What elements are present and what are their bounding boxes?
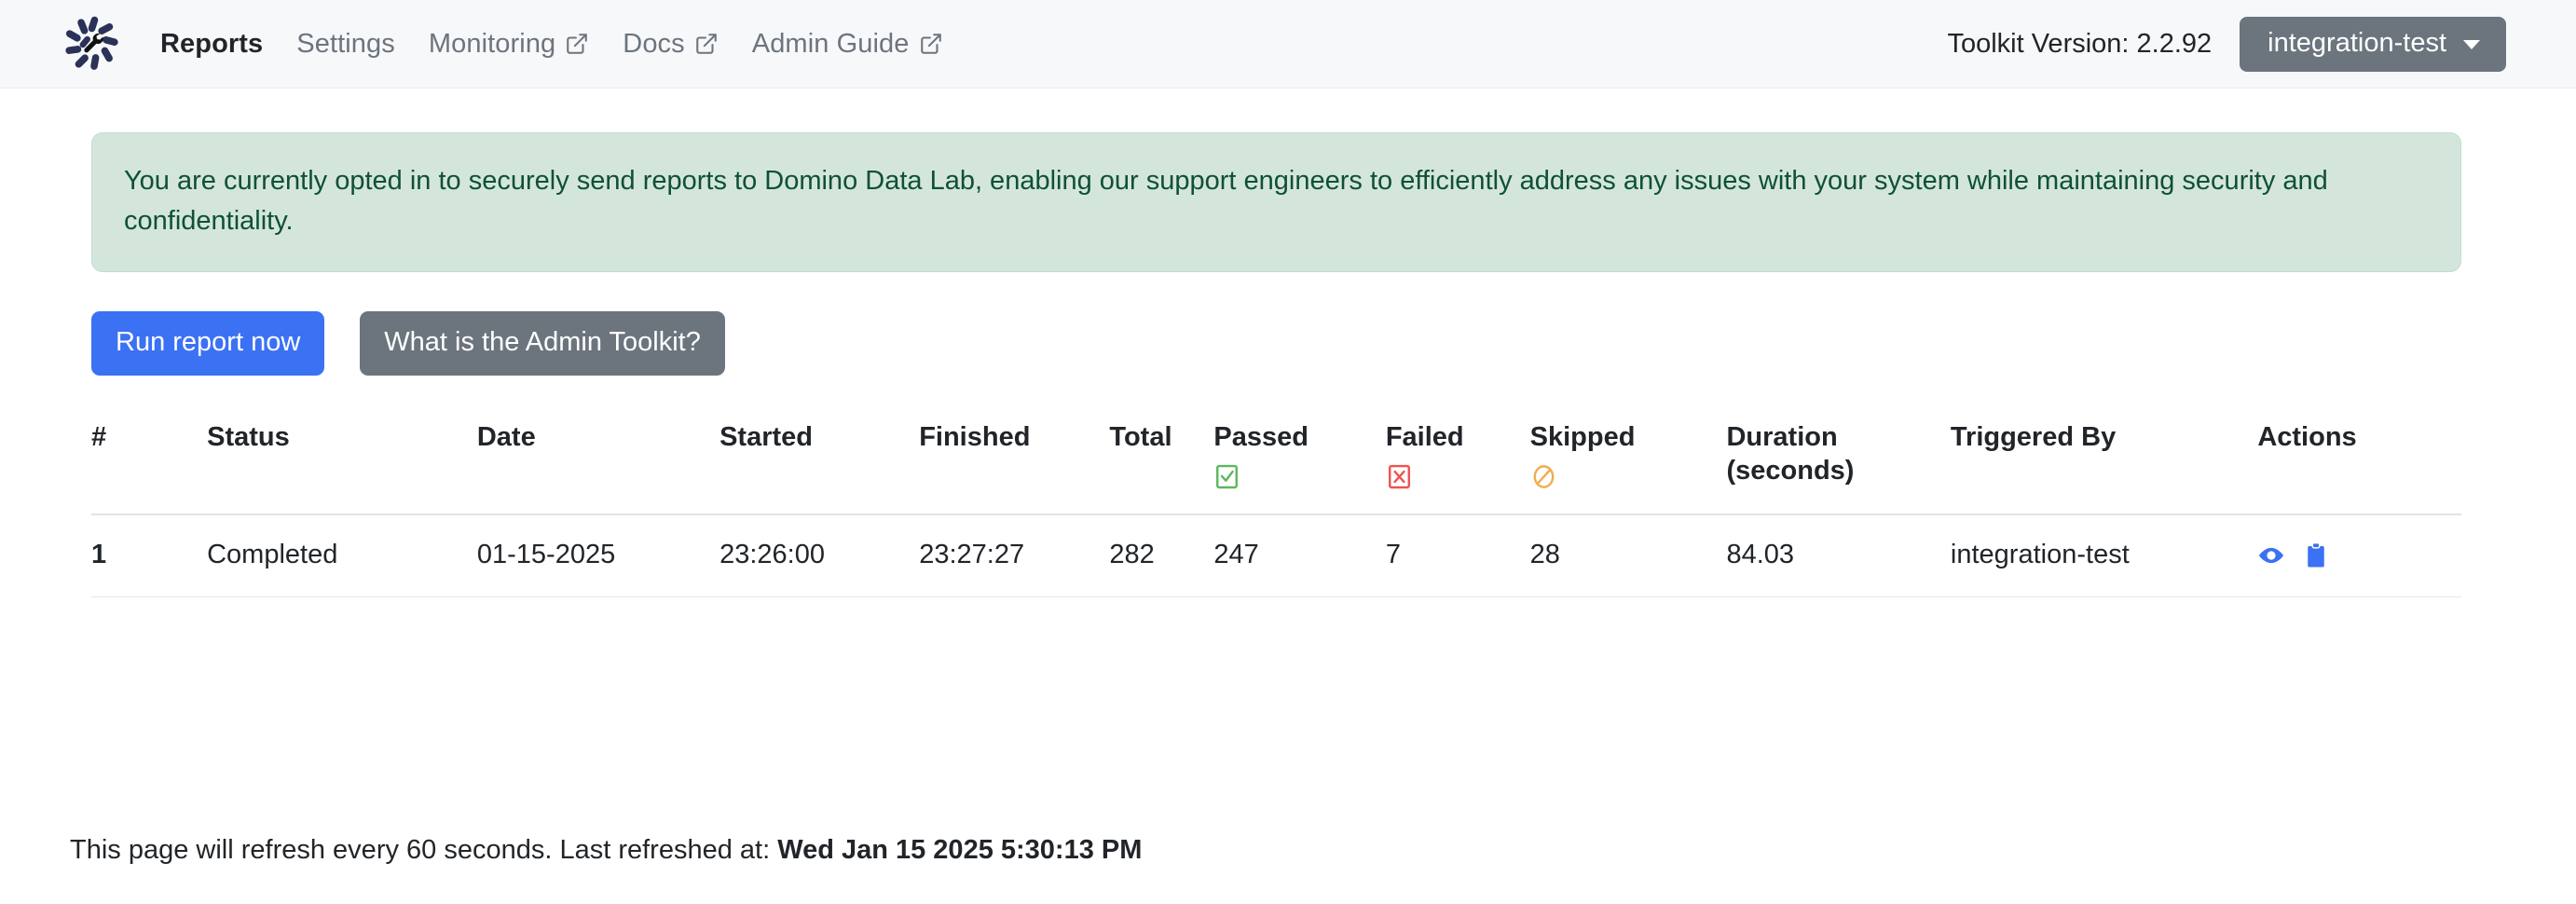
- topbar-right-group: Toolkit Version: 2.2.92 integration-test: [1947, 16, 2506, 72]
- column-header-label: Date: [476, 421, 536, 452]
- external-link-icon: [694, 32, 719, 56]
- column-header-index: #: [91, 419, 187, 516]
- cell-duration: 84.03: [1663, 514, 1887, 598]
- column-header-label: Duration (seconds): [1726, 421, 1855, 486]
- cell-actions: [2194, 514, 2461, 598]
- reports-table: # Status Date Started Finished Total Pas…: [91, 419, 2461, 598]
- column-header-label: Skipped: [1529, 421, 1636, 452]
- cell-total: 282: [1046, 514, 1155, 598]
- nav-link-label: Reports: [160, 28, 264, 59]
- cell-index: 1: [91, 514, 187, 598]
- table-row[interactable]: 1 Completed 01-15-2025 23:26:00 23:27:27…: [91, 514, 2461, 598]
- user-dropdown-label: integration-test: [2268, 27, 2446, 58]
- column-header-total: Total: [1046, 419, 1172, 516]
- nav-link-label: Admin Guide: [751, 28, 910, 59]
- opt-in-alert-banner: You are currently opted in to securely s…: [91, 132, 2461, 272]
- column-header-label: Total: [1109, 421, 1172, 452]
- nav-link-label: Monitoring: [428, 28, 556, 59]
- cell-triggered-by: integration-test: [1886, 514, 2195, 598]
- what-is-admin-toolkit-button[interactable]: What is the Admin Toolkit?: [360, 310, 725, 376]
- nav-link-label: Settings: [296, 28, 395, 59]
- page-content: You are currently opted in to securely s…: [0, 132, 2576, 598]
- cell-skipped: 28: [1466, 514, 1664, 598]
- no-entry-icon: [1530, 463, 1664, 493]
- external-link-icon: [565, 32, 589, 56]
- x-box-icon: [1386, 463, 1467, 493]
- column-header-date: Date: [413, 419, 657, 516]
- nav-link-admin-guide[interactable]: Admin Guide: [735, 29, 960, 60]
- refresh-status-footer: This page will refresh every 60 seconds.…: [70, 835, 1142, 866]
- chevron-down-icon: [2463, 39, 2480, 49]
- cell-passed: 247: [1150, 514, 1322, 598]
- main-nav: Reports Settings Monitoring Docs Admin G…: [144, 29, 960, 60]
- external-link-icon: [919, 32, 943, 56]
- last-refreshed-timestamp: Wed Jan 15 2025 5:30:13 PM: [777, 835, 1143, 865]
- column-header-skipped: Skipped: [1466, 419, 1664, 516]
- reports-table-body: 1 Completed 01-15-2025 23:26:00 23:27:27…: [91, 514, 2461, 598]
- copy-report-icon[interactable]: [2302, 541, 2330, 569]
- column-header-triggered-by: Triggered By: [1886, 419, 2195, 516]
- run-report-now-button[interactable]: Run report now: [91, 310, 325, 376]
- cell-finished: 23:27:27: [856, 514, 1047, 598]
- nav-link-docs[interactable]: Docs: [606, 29, 734, 60]
- cell-status: Completed: [186, 514, 414, 598]
- table-header-row: # Status Date Started Finished Total Pas…: [91, 419, 2461, 516]
- column-header-failed: Failed: [1322, 419, 1467, 516]
- nav-link-label: Docs: [623, 28, 685, 59]
- column-header-finished: Finished: [856, 419, 1047, 516]
- nav-link-monitoring[interactable]: Monitoring: [412, 29, 606, 60]
- check-box-icon: [1213, 463, 1322, 493]
- column-header-label: Failed: [1385, 421, 1464, 452]
- cell-started: 23:26:00: [656, 514, 856, 598]
- top-navigation-bar: Reports Settings Monitoring Docs Admin G…: [0, 0, 2576, 89]
- column-header-label: Passed: [1213, 421, 1309, 452]
- cell-failed: 7: [1322, 514, 1467, 598]
- column-header-label: Finished: [919, 421, 1031, 452]
- reports-table-head: # Status Date Started Finished Total Pas…: [91, 419, 2461, 516]
- column-header-label: Status: [207, 421, 290, 452]
- view-report-icon[interactable]: [2257, 541, 2285, 569]
- column-header-label: Actions: [2257, 421, 2357, 452]
- refresh-status-text: This page will refresh every 60 seconds.…: [70, 835, 778, 865]
- column-header-label: #: [91, 421, 107, 452]
- cell-date: 01-15-2025: [413, 514, 657, 598]
- column-header-duration: Duration (seconds): [1663, 419, 1887, 516]
- opt-in-alert-message: You are currently opted in to securely s…: [124, 166, 2328, 236]
- action-button-row: Run report now What is the Admin Toolkit…: [91, 310, 2461, 376]
- user-dropdown-button[interactable]: integration-test: [2240, 16, 2506, 72]
- column-header-passed: Passed: [1150, 419, 1322, 516]
- nav-link-reports[interactable]: Reports: [144, 29, 280, 60]
- column-header-label: Started: [719, 421, 813, 452]
- column-header-status: Status: [186, 419, 414, 516]
- toolkit-version-label: Toolkit Version: 2.2.92: [1947, 28, 2213, 59]
- column-header-actions: Actions: [2194, 419, 2461, 516]
- nav-link-settings[interactable]: Settings: [280, 29, 412, 60]
- domino-admin-toolkit-logo[interactable]: [63, 15, 121, 73]
- column-header-label: Triggered By: [1950, 421, 2117, 452]
- column-header-started: Started: [656, 419, 856, 516]
